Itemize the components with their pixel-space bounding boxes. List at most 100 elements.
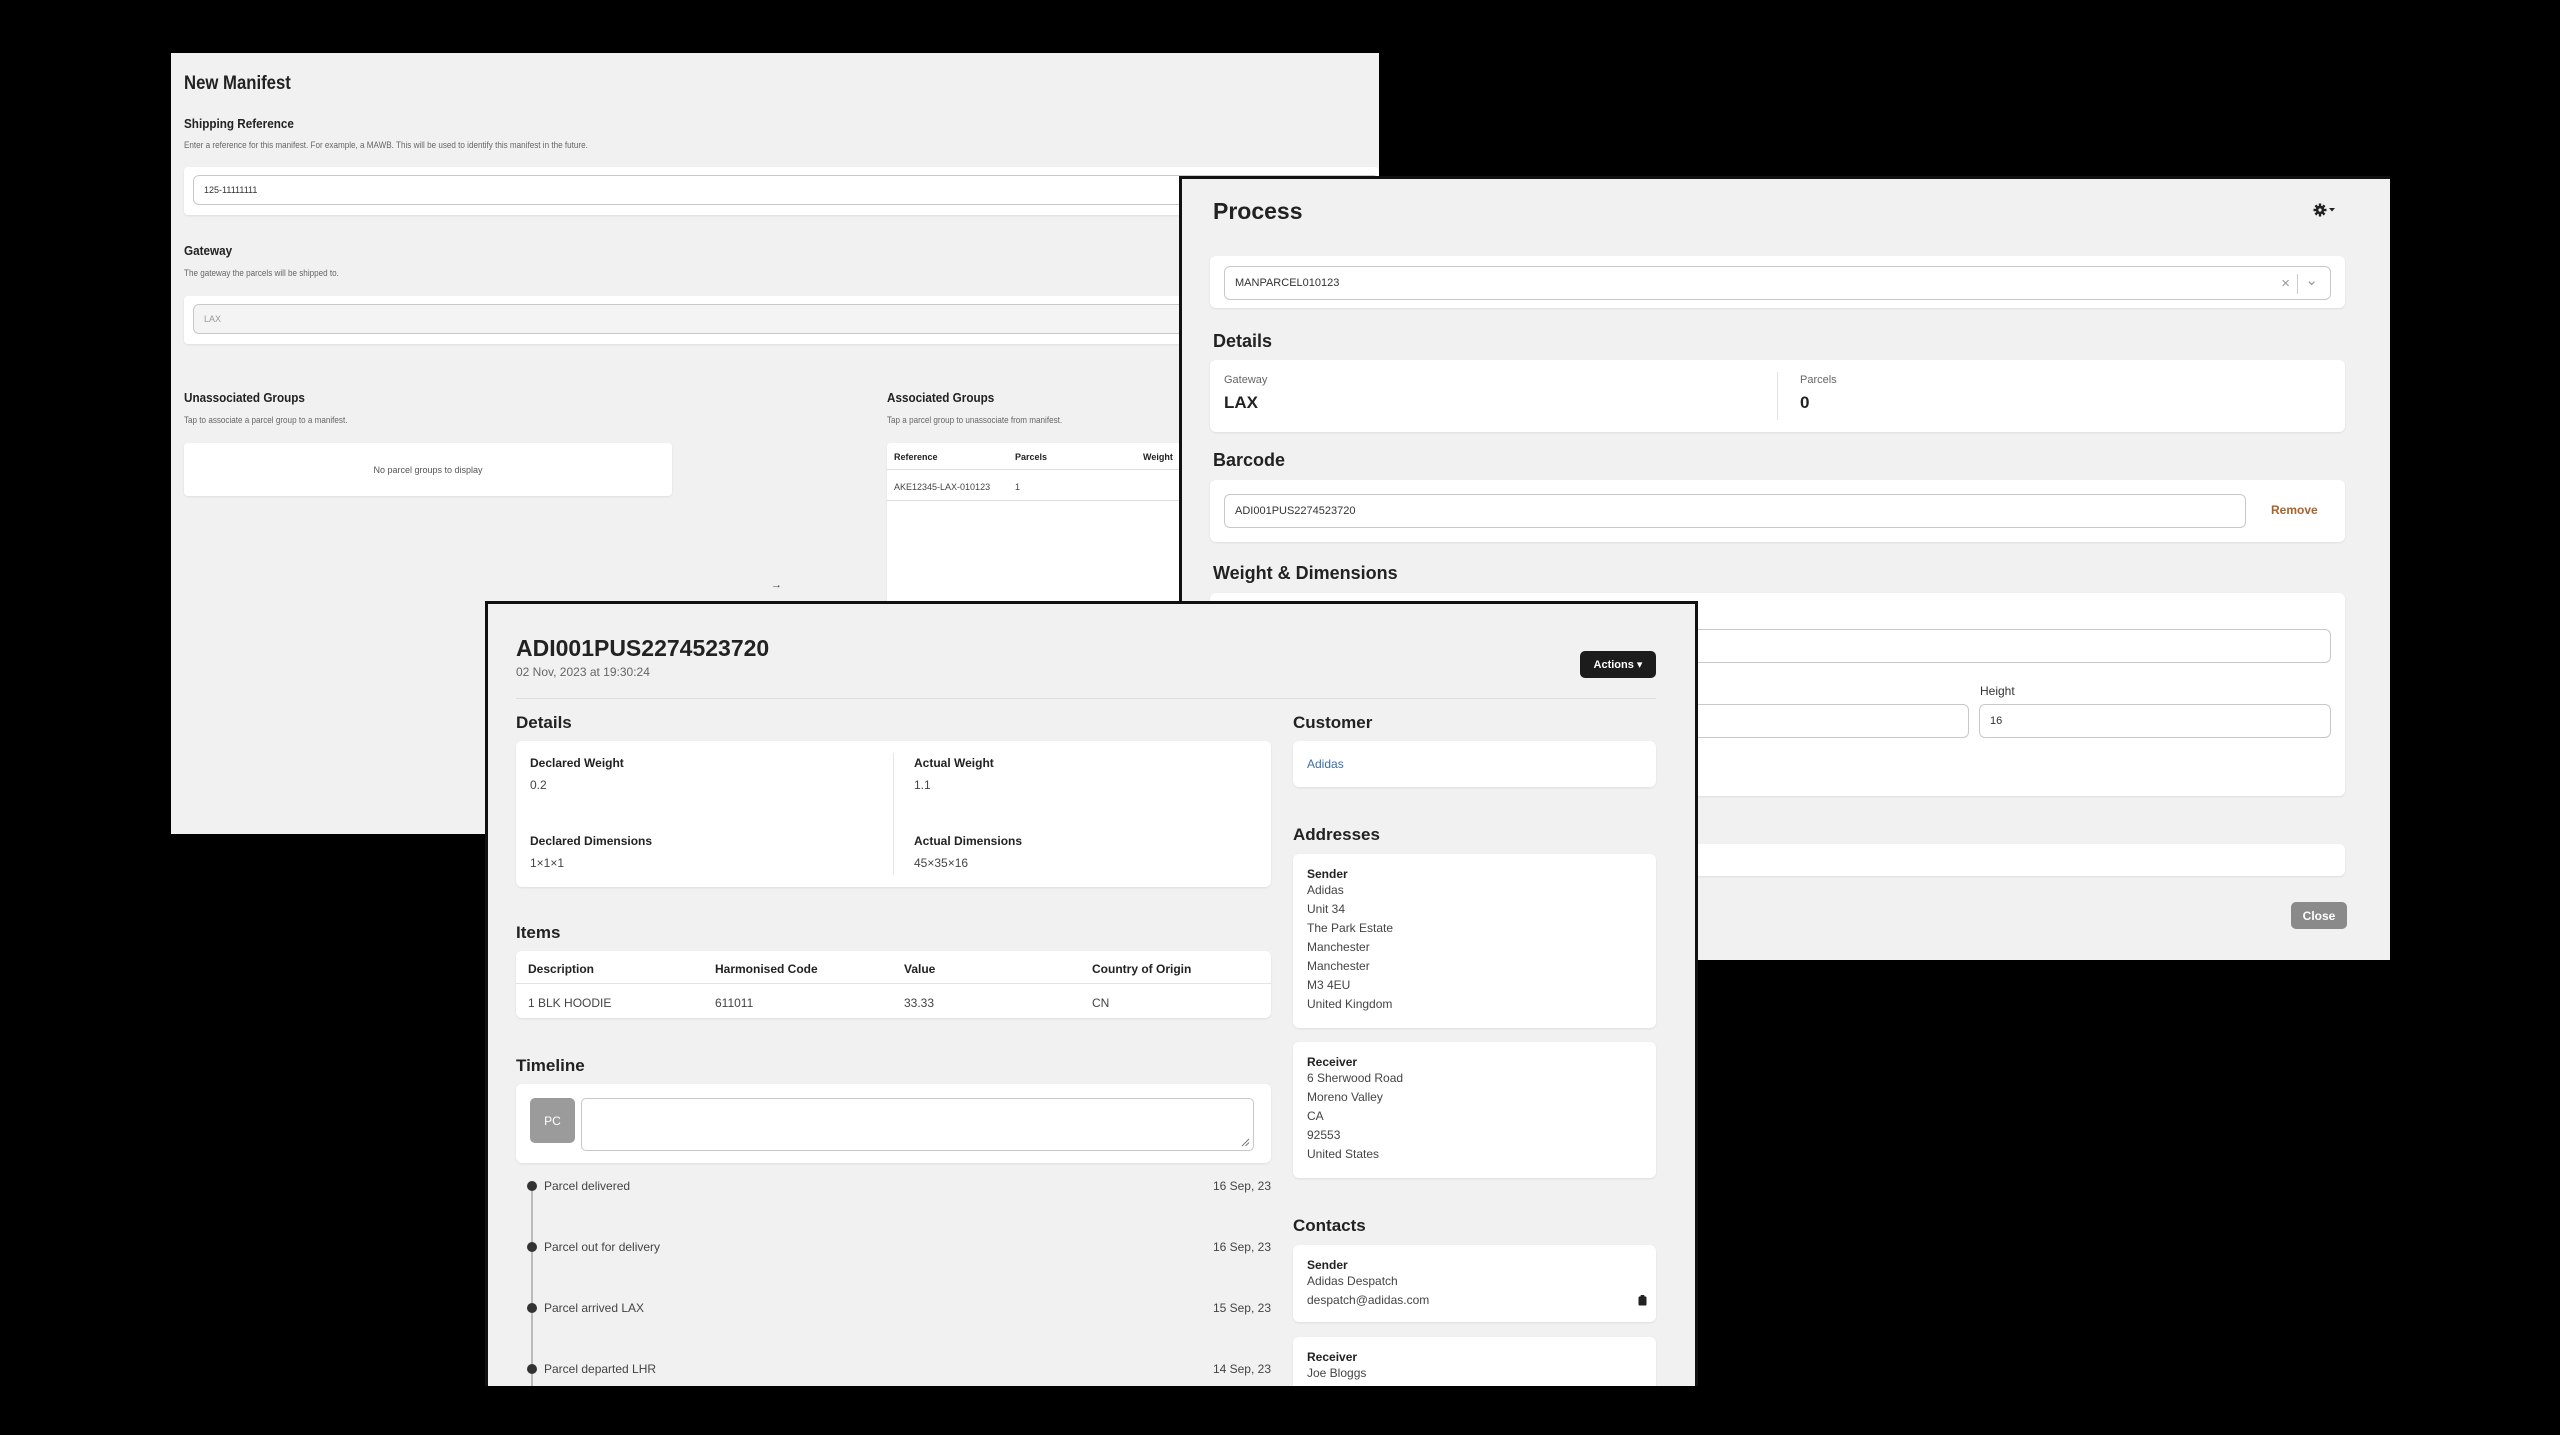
sender-contact-name: Adidas Despatch: [1307, 1274, 1398, 1288]
timeline-event-text: Parcel arrived LAX: [544, 1301, 645, 1315]
timeline-comment-input[interactable]: [581, 1098, 1254, 1151]
table-cell: 611011: [715, 996, 754, 1010]
resize-handle-icon[interactable]: [1241, 1138, 1250, 1147]
actual-dimensions-value: 45×35×16: [914, 856, 969, 870]
parcel-select-card: MANPARCEL010123 × ⌄: [1210, 256, 2345, 308]
timeline-event-date: 14 Sep, 23: [1212, 1362, 1271, 1376]
parcel-select[interactable]: MANPARCEL010123 × ⌄: [1224, 266, 2331, 300]
actual-weight-value: 1.1: [914, 778, 931, 792]
declared-dimensions-value: 1×1×1: [530, 856, 565, 870]
addresses-heading: Addresses: [1293, 825, 1380, 844]
details-card: Gateway LAX Parcels 0: [1210, 360, 2345, 432]
parcels-value: 0: [1800, 393, 1810, 412]
table-cell: CN: [1092, 996, 1110, 1010]
address-line: The Park Estate: [1307, 921, 1394, 935]
column-header: Weight: [1143, 452, 1173, 462]
height-label: Height: [1980, 684, 2015, 698]
barcode-heading: Barcode: [1213, 450, 1286, 470]
timeline-heading: Timeline: [516, 1056, 585, 1075]
declared-dimensions-label: Declared Dimensions: [530, 834, 653, 848]
column-header: Reference: [894, 452, 938, 462]
receiver-contact-label: Receiver: [1307, 1350, 1358, 1364]
weight-dimensions-heading: Weight & Dimensions: [1213, 563, 1398, 583]
unassociated-groups-heading: Unassociated Groups: [184, 390, 305, 405]
gateway-label: Gateway: [1224, 374, 1268, 386]
settings-menu-button[interactable]: [2313, 203, 2343, 217]
remove-barcode-button[interactable]: Remove: [2271, 503, 2318, 517]
address-line: Manchester: [1307, 959, 1370, 973]
unassociated-groups-list: No parcel groups to display: [184, 443, 672, 496]
receiver-contact-name: Joe Bloggs: [1307, 1366, 1367, 1380]
parcels-label: Parcels: [1800, 374, 1837, 386]
gear-icon: [2313, 203, 2335, 217]
declared-weight-value: 0.2: [530, 778, 547, 792]
sender-address-lines: Adidas Unit 34 The Park Estate Mancheste…: [1307, 881, 1393, 1014]
timeline-dot-icon: [527, 1242, 537, 1252]
timeline-dot-icon: [527, 1364, 537, 1374]
actual-dimensions-label: Actual Dimensions: [914, 834, 1023, 848]
column-header: Country of Origin: [1092, 962, 1192, 976]
timeline-comment-card: PC: [516, 1084, 1271, 1163]
gateway-hint: The gateway the parcels will be shipped …: [184, 268, 339, 278]
timeline-track: [531, 1185, 533, 1386]
items-table: Description Harmonised Code Value Countr…: [516, 951, 1271, 1018]
header-divider: [516, 698, 1656, 699]
address-line: United Kingdom: [1307, 997, 1393, 1011]
actual-weight-label: Actual Weight: [914, 756, 994, 770]
details-heading: Details: [1213, 331, 1273, 351]
shipping-reference-heading: Shipping Reference: [184, 116, 294, 131]
empty-groups-message: No parcel groups to display: [373, 464, 483, 475]
customer-link[interactable]: Adidas: [1307, 757, 1344, 771]
address-line: 6 Sherwood Road: [1307, 1071, 1404, 1085]
unassociated-groups-hint: Tap to associate a parcel group to a man…: [184, 415, 348, 425]
table-header: Description Harmonised Code Value Countr…: [516, 951, 1271, 984]
timeline-event-text: Parcel out for delivery: [544, 1240, 661, 1254]
address-line: CA: [1307, 1109, 1324, 1123]
process-title: Process: [1213, 198, 1303, 224]
declared-weight-label: Declared Weight: [530, 756, 624, 770]
items-heading: Items: [516, 923, 561, 942]
column-header: Value: [904, 962, 936, 976]
close-button[interactable]: Close: [2291, 902, 2347, 929]
height-input[interactable]: 16: [1979, 704, 2331, 738]
barcode-card: ADI001PUS2274523720 Remove: [1210, 480, 2345, 542]
actions-dropdown-button[interactable]: Actions ▾: [1580, 651, 1656, 678]
manifest-title: New Manifest: [184, 73, 291, 94]
details-divider: [893, 753, 894, 875]
column-header: Parcels: [1015, 452, 1048, 462]
gateway-heading: Gateway: [184, 243, 233, 258]
sender-contact-label: Sender: [1307, 1258, 1348, 1272]
table-row: 1 BLK HOODIE 611011 33.33 CN: [516, 985, 1271, 1018]
column-header: Harmonised Code: [715, 962, 818, 976]
customer-heading: Customer: [1293, 713, 1373, 732]
barcode-input[interactable]: ADI001PUS2274523720: [1224, 494, 2246, 528]
contacts-heading: Contacts: [1293, 1216, 1366, 1235]
select-divider: [2297, 274, 2298, 294]
address-line: Manchester: [1307, 940, 1370, 954]
timeline-event-text: Parcel delivered: [544, 1179, 631, 1193]
parcel-details-card: Declared Weight 0.2 Actual Weight 1.1 De…: [516, 741, 1271, 887]
timeline-dot-icon: [527, 1303, 537, 1313]
address-line: Moreno Valley: [1307, 1090, 1383, 1104]
column-header: Description: [528, 962, 595, 976]
receiver-contact-card: Receiver Joe Bloggs: [1293, 1337, 1656, 1386]
move-arrow-icon[interactable]: →: [771, 579, 782, 591]
chevron-down-icon[interactable]: ⌄: [2305, 271, 2318, 289]
gateway-value: LAX: [1224, 393, 1258, 412]
table-cell: 1: [1015, 482, 1021, 492]
sender-contact-card: Sender Adidas Despatch despatch@adidas.c…: [1293, 1245, 1656, 1322]
table-cell: 33.33: [904, 996, 935, 1010]
sender-address-label: Sender: [1307, 867, 1348, 881]
timeline-event-text: Parcel departed LHR: [544, 1362, 657, 1376]
receiver-address-label: Receiver: [1307, 1055, 1358, 1069]
clear-icon[interactable]: ×: [2281, 275, 2290, 292]
receiver-address-card: Receiver 6 Sherwood Road Moreno Valley C…: [1293, 1042, 1656, 1178]
avatar: PC: [530, 1098, 575, 1143]
timeline-event-date: 15 Sep, 23: [1212, 1301, 1271, 1315]
clipboard-icon[interactable]: [1638, 1295, 1647, 1306]
parcel-detail-panel: ADI001PUS2274523720 02 Nov, 2023 at 19:3…: [485, 601, 1698, 1386]
details-divider: [1777, 372, 1778, 420]
sender-address-card: Sender Adidas Unit 34 The Park Estate Ma…: [1293, 854, 1656, 1028]
sender-contact-email: despatch@adidas.com: [1307, 1293, 1430, 1307]
customer-card: Adidas: [1293, 741, 1656, 787]
